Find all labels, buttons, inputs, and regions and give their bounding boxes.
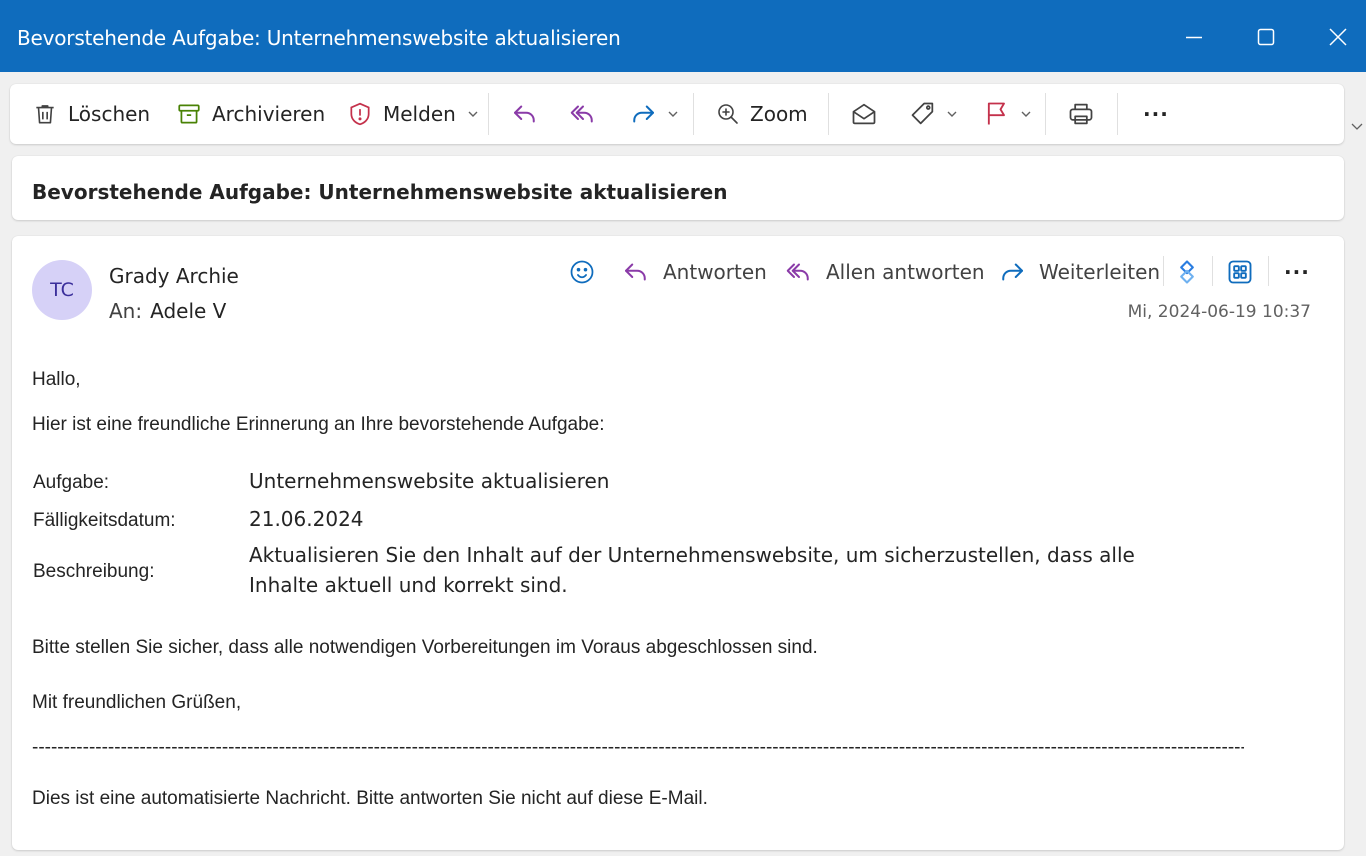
tag-icon bbox=[911, 102, 934, 125]
command-toolbar: Löschen Archivieren Melden Zoom ··· bbox=[10, 84, 1344, 144]
delete-button[interactable]: Löschen bbox=[32, 84, 150, 144]
reply-label: Antworten bbox=[663, 260, 767, 284]
avatar[interactable]: TC bbox=[32, 260, 92, 320]
archive-button[interactable]: Archivieren bbox=[176, 84, 325, 144]
reply-all-button[interactable] bbox=[568, 84, 598, 144]
recipient-line: An: Adele V bbox=[109, 299, 226, 323]
task-value: Unternehmenswebsite aktualisieren bbox=[249, 469, 610, 493]
due-date-value: 21.06.2024 bbox=[249, 507, 364, 531]
title-bar: Bevorstehende Aufgabe: Unternehmenswebsi… bbox=[0, 0, 1366, 72]
categorize-button[interactable] bbox=[909, 84, 959, 144]
description-value: Aktualisieren Sie den Inhalt auf der Unt… bbox=[249, 543, 1135, 597]
closing-text: Mit freundlichen Grüßen, bbox=[32, 692, 242, 713]
message-card: TC Grady Archie An: Adele V Antworten All… bbox=[12, 236, 1344, 850]
apps-button[interactable] bbox=[1226, 254, 1254, 290]
forward-label: Weiterleiten bbox=[1039, 260, 1161, 284]
react-button[interactable] bbox=[568, 254, 596, 290]
close-icon bbox=[1329, 28, 1347, 46]
toolbar-divider bbox=[1117, 93, 1118, 135]
print-icon bbox=[1069, 103, 1093, 125]
reminder-text: Bitte stellen Sie sicher, dass alle notw… bbox=[32, 637, 818, 658]
toolbar-divider bbox=[693, 93, 694, 135]
maximize-button[interactable] bbox=[1251, 22, 1281, 52]
forward-button[interactable] bbox=[628, 84, 680, 144]
actions-divider bbox=[1268, 256, 1269, 286]
task-label: Aufgabe: bbox=[33, 472, 110, 493]
due-date-label: Fälligkeitsdatum: bbox=[33, 510, 176, 531]
more-options-button[interactable]: ··· bbox=[1143, 84, 1169, 144]
more-icon: ··· bbox=[1284, 260, 1310, 284]
archive-label: Archivieren bbox=[212, 102, 326, 126]
to-label: An: bbox=[109, 299, 143, 323]
apps-icon bbox=[1228, 260, 1252, 284]
forward-icon bbox=[633, 105, 654, 123]
toolbar-divider bbox=[488, 93, 489, 135]
emoji-icon bbox=[570, 260, 594, 284]
forward-icon bbox=[1002, 263, 1023, 281]
reply-all-icon bbox=[786, 263, 809, 281]
chevron-down-icon[interactable] bbox=[466, 107, 480, 121]
separator-line: ----------------------------------------… bbox=[32, 737, 1244, 758]
received-date: Mi, 2024-06-19 10:37 bbox=[1127, 302, 1311, 322]
reply-icon bbox=[514, 105, 535, 123]
reply-icon bbox=[625, 263, 646, 281]
envelope-open-icon bbox=[852, 103, 876, 125]
description-label: Beschreibung: bbox=[33, 561, 155, 582]
chevron-down-icon[interactable] bbox=[945, 107, 959, 121]
report-button[interactable]: Melden bbox=[347, 84, 480, 144]
greeting: Hallo, bbox=[32, 369, 81, 390]
delete-icon bbox=[36, 105, 54, 124]
flag-button[interactable] bbox=[983, 84, 1033, 144]
forward-button[interactable]: Weiterleiten bbox=[997, 254, 1160, 290]
close-button[interactable] bbox=[1323, 22, 1353, 52]
sender-name[interactable]: Grady Archie bbox=[109, 264, 239, 288]
minimize-button[interactable] bbox=[1179, 22, 1209, 52]
intro-text: Hier ist eine freundliche Erinnerung an … bbox=[32, 414, 605, 435]
actions-divider bbox=[1212, 256, 1213, 286]
flag-icon bbox=[987, 102, 1005, 125]
email-subject: Bevorstehende Aufgabe: Unternehmenswebsi… bbox=[32, 180, 728, 204]
more-icon: ··· bbox=[1143, 102, 1169, 126]
footer-text: Dies ist eine automatisierte Nachricht. … bbox=[32, 788, 708, 809]
subject-card: Bevorstehende Aufgabe: Unternehmenswebsi… bbox=[12, 156, 1344, 220]
minimize-icon bbox=[1186, 36, 1202, 39]
print-button[interactable] bbox=[1067, 84, 1095, 144]
reply-all-label: Allen antworten bbox=[826, 260, 985, 284]
archive-icon bbox=[178, 104, 200, 124]
toolbar-overflow-chevron-icon[interactable] bbox=[1349, 119, 1365, 135]
zoom-icon bbox=[718, 104, 738, 124]
viva-insights-button[interactable] bbox=[1173, 254, 1201, 290]
toolbar-divider bbox=[828, 93, 829, 135]
report-label: Melden bbox=[383, 102, 456, 126]
reply-button[interactable]: Antworten bbox=[621, 254, 767, 290]
reply-all-icon bbox=[570, 105, 593, 123]
zoom-button[interactable]: Zoom bbox=[716, 84, 808, 144]
more-actions-button[interactable]: ··· bbox=[1284, 254, 1310, 290]
reply-all-button[interactable]: Allen antworten bbox=[784, 254, 985, 290]
shield-icon bbox=[350, 102, 370, 126]
chevron-down-icon[interactable] bbox=[666, 107, 680, 121]
recipient-name[interactable]: Adele V bbox=[150, 299, 226, 323]
reply-button[interactable] bbox=[510, 84, 540, 144]
viva-insights-icon bbox=[1180, 260, 1194, 284]
delete-label: Löschen bbox=[68, 102, 151, 126]
maximize-icon bbox=[1257, 28, 1275, 46]
mark-read-button[interactable] bbox=[850, 84, 878, 144]
zoom-label: Zoom bbox=[750, 102, 808, 126]
toolbar-divider bbox=[1045, 93, 1046, 135]
chevron-down-icon[interactable] bbox=[1019, 107, 1033, 121]
window-title: Bevorstehende Aufgabe: Unternehmenswebsi… bbox=[17, 26, 621, 50]
actions-divider bbox=[1163, 256, 1164, 286]
